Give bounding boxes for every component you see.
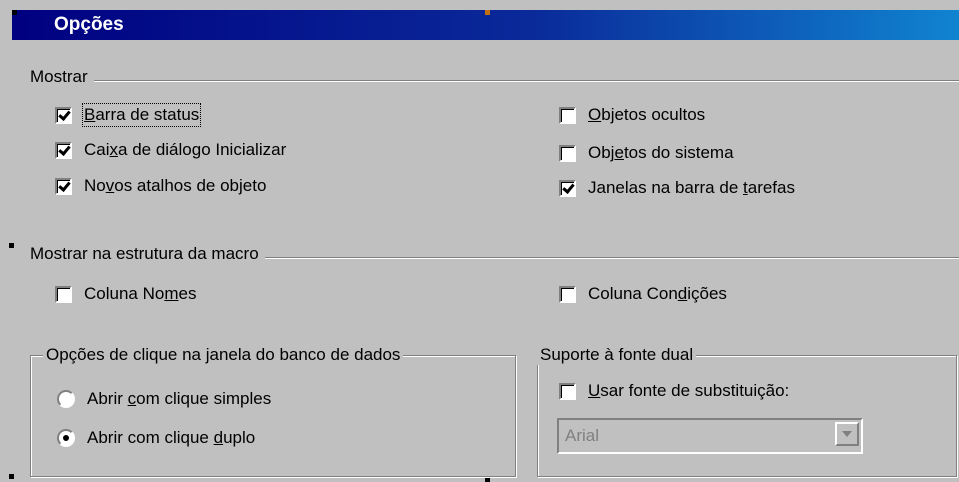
selection-handle[interactable]	[485, 10, 490, 15]
dropdown-button[interactable]	[835, 422, 859, 446]
selection-handle[interactable]	[12, 10, 17, 15]
checkbox-label: Barra de status	[81, 103, 202, 127]
checkbox-box[interactable]	[55, 106, 72, 124]
chevron-down-icon	[842, 431, 852, 437]
checkbox-box[interactable]	[55, 177, 72, 195]
checkbox-system-objects[interactable]: Objetos do sistema	[559, 143, 734, 163]
radio-double-click[interactable]: Abrir com clique duplo	[57, 428, 255, 448]
window-title: Opções	[54, 14, 124, 35]
checkbox-taskbar-windows[interactable]: Janelas na barra de tarefas	[559, 178, 795, 198]
group-label-dual: Suporte à fonte dual	[537, 345, 697, 365]
radio-circle[interactable]	[57, 429, 75, 447]
group-divider	[30, 80, 959, 82]
checkbox-label: Coluna Condições	[588, 284, 727, 303]
checkbox-box[interactable]	[55, 285, 72, 303]
group-label-macro: Mostrar na estrutura da macro	[28, 244, 265, 264]
checkbox-label: Objetos do sistema	[588, 143, 734, 162]
font-select[interactable]: Arial	[557, 418, 863, 454]
checkbox-box[interactable]	[559, 144, 576, 162]
checkbox-startup-dialog[interactable]: Caixa de diálogo Inicializar	[55, 140, 286, 160]
click-options-group	[30, 355, 516, 477]
checkbox-names-column[interactable]: Coluna Nomes	[55, 284, 196, 304]
checkbox-label: Coluna Nomes	[84, 284, 197, 303]
checkbox-label: Usar fonte de substituição:	[588, 381, 790, 400]
checkbox-label: Objetos ocultos	[588, 105, 706, 124]
selection-handle[interactable]	[485, 477, 490, 482]
checkbox-status-bar[interactable]: Barra de status	[55, 103, 202, 127]
dual-font-group	[537, 355, 957, 477]
checkbox-box[interactable]	[55, 141, 72, 159]
checkbox-box[interactable]	[559, 106, 576, 124]
checkbox-label: Janelas na barra de tarefas	[588, 178, 795, 197]
selection-handle[interactable]	[9, 474, 14, 479]
selection-handle[interactable]	[9, 243, 14, 248]
checkbox-label: Novos atalhos de objeto	[84, 176, 267, 195]
checkbox-conditions-column[interactable]: Coluna Condições	[559, 284, 727, 304]
checkbox-label: Caixa de diálogo Inicializar	[84, 140, 287, 159]
checkbox-box[interactable]	[559, 179, 576, 197]
radio-label: Abrir com clique simples	[87, 389, 272, 408]
checkbox-hidden-objects[interactable]: Objetos ocultos	[559, 105, 705, 125]
radio-circle[interactable]	[57, 390, 75, 408]
checkbox-new-shortcuts[interactable]: Novos atalhos de objeto	[55, 176, 266, 196]
checkbox-substitute-font[interactable]: Usar fonte de substituição:	[559, 381, 789, 401]
group-label-click: Opções de clique na janela do banco de d…	[43, 345, 404, 365]
checkbox-box[interactable]	[559, 285, 576, 303]
font-select-value: Arial	[565, 426, 600, 445]
radio-label: Abrir com clique duplo	[87, 428, 256, 447]
checkbox-box[interactable]	[559, 382, 576, 400]
radio-single-click[interactable]: Abrir com clique simples	[57, 389, 271, 409]
group-label-show: Mostrar	[28, 67, 94, 87]
